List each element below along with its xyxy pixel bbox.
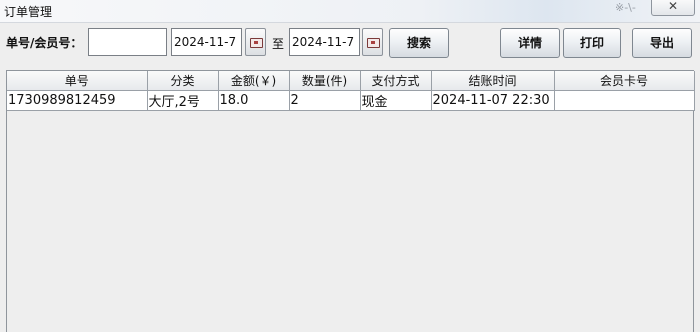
date-to-field[interactable]: 2024-11-7 [289,28,360,56]
close-icon: ✕ [667,0,679,13]
export-button[interactable]: 导出 [632,28,692,58]
window-title: 订单管理 [4,5,53,19]
orders-table[interactable]: 单号 分类 金额(￥) 数量(件) 支付方式 结账时间 会员卡号 1730989… [6,70,695,332]
date-from-calendar-button[interactable] [245,28,266,56]
print-button[interactable]: 打印 [563,28,621,58]
date-range-to-label: 至 [272,37,285,51]
column-header-quantity[interactable]: 数量(件) [289,71,361,91]
column-header-amount[interactable]: 金额(￥) [218,71,290,91]
close-button[interactable]: ✕ [651,0,695,16]
cell-payment-method: 现金 [360,90,432,111]
table-row[interactable]: 1730989812459 大厅,2号 18.0 2 现金 2024-11-07… [7,90,695,111]
search-button[interactable]: 搜索 [389,28,449,58]
cell-amount: 18.0 [218,90,290,111]
column-header-order-no[interactable]: 单号 [7,71,148,91]
cell-order-no: 1730989812459 [7,90,148,111]
cell-category: 大厅,2号 [147,90,219,111]
cell-checkout-time: 2024-11-07 22:30 [431,90,555,111]
title-ghost-text: ※-\- [615,1,636,14]
column-header-payment-method[interactable]: 支付方式 [360,71,432,91]
table-header-row: 单号 分类 金额(￥) 数量(件) 支付方式 结账时间 会员卡号 [7,71,695,91]
cell-member-card [554,90,695,111]
calendar-icon [250,38,263,48]
calendar-icon [367,38,380,48]
search-label: 单号/会员号： [6,36,83,50]
detail-button[interactable]: 详情 [500,28,560,58]
cell-quantity: 2 [289,90,361,111]
title-bar: 订单管理 ※-\- ✕ [0,0,700,23]
column-header-checkout-time[interactable]: 结账时间 [431,71,555,91]
column-header-category[interactable]: 分类 [147,71,219,91]
search-input[interactable] [88,28,167,56]
date-from-field[interactable]: 2024-11-7 [171,28,242,56]
column-header-member-card[interactable]: 会员卡号 [554,71,695,91]
date-to-calendar-button[interactable] [362,28,383,56]
